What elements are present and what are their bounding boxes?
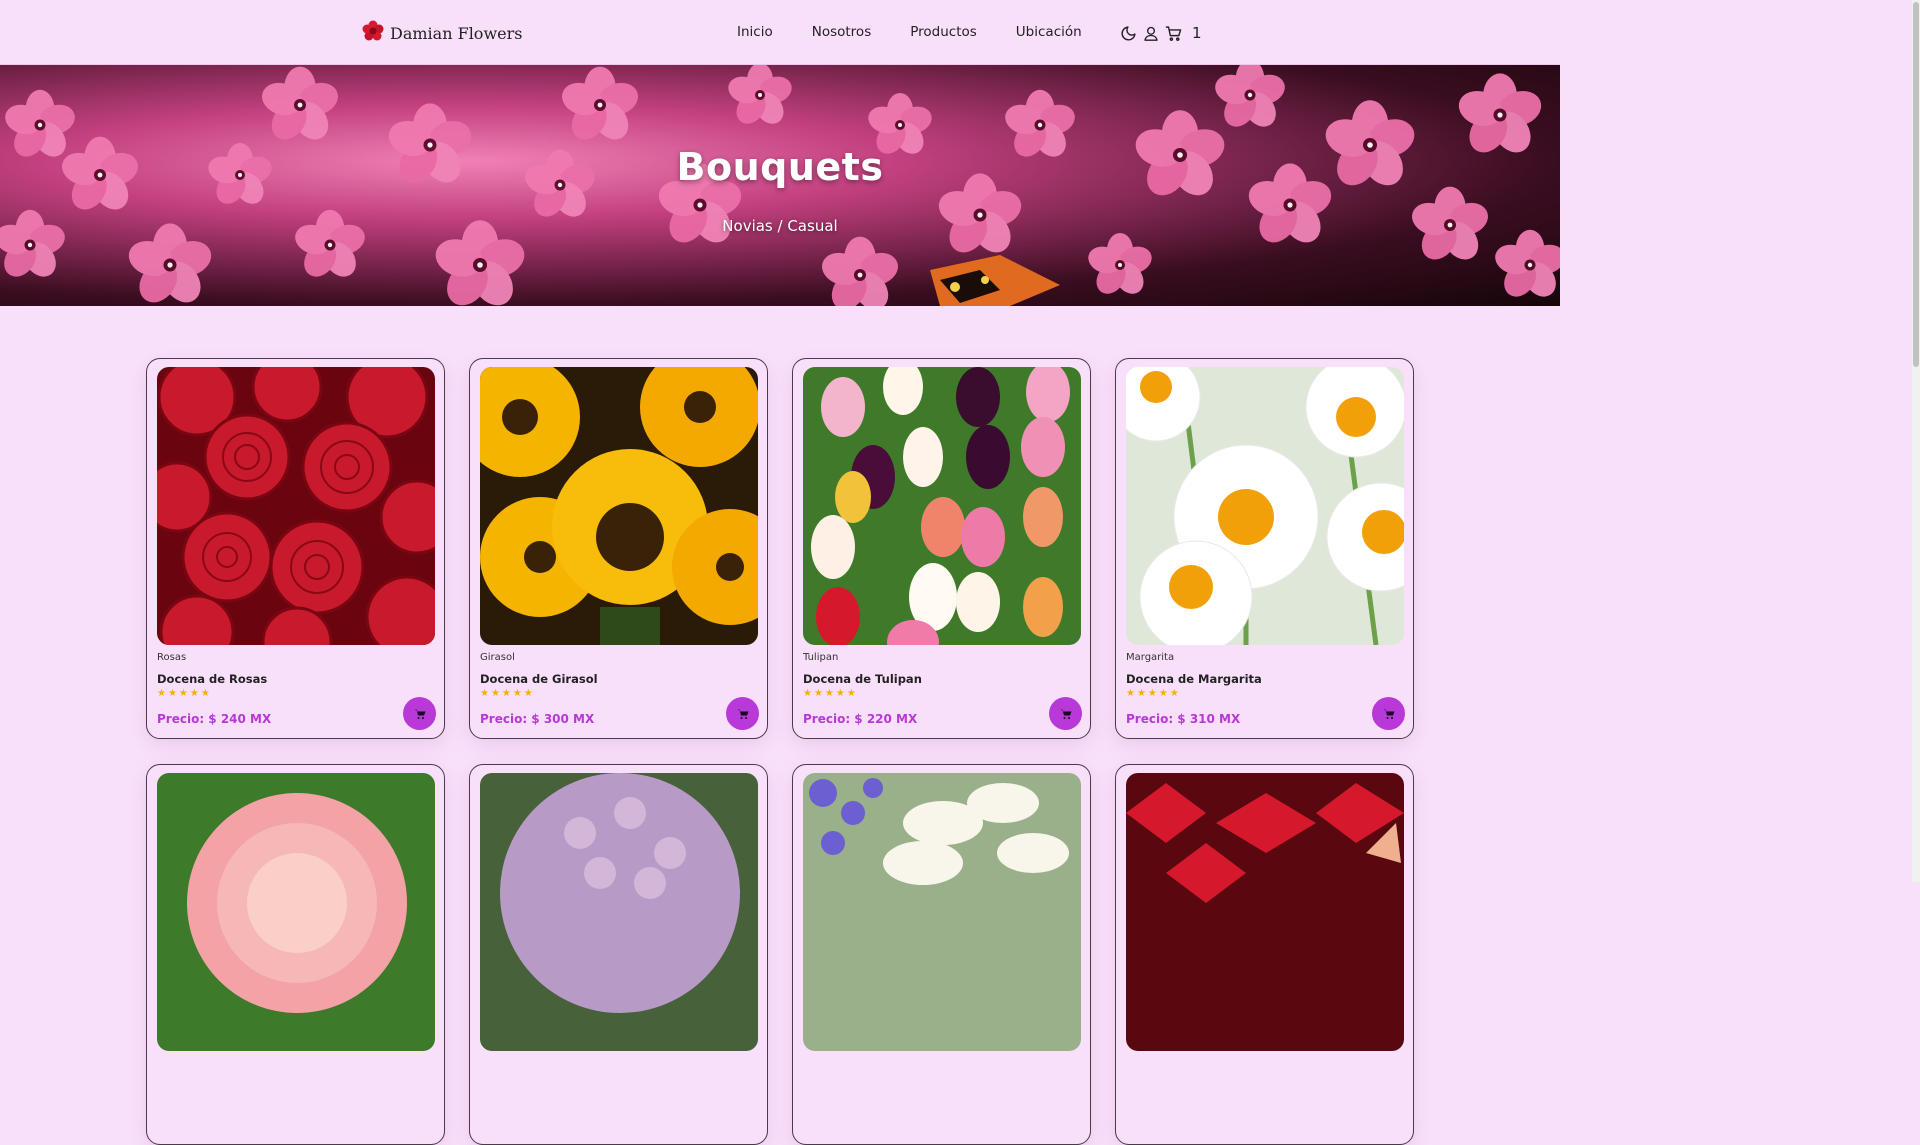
product-name[interactable]: Docena de Tulipan <box>803 672 922 686</box>
product-image-nochebuena[interactable] <box>1126 773 1404 1051</box>
product-name[interactable]: Docena de Girasol <box>480 672 598 686</box>
cart-icon[interactable] <box>1165 25 1182 42</box>
product-image-margarita[interactable] <box>1126 367 1404 645</box>
product-image-tulipan[interactable] <box>803 367 1081 645</box>
brand-link[interactable]: Damian Flowers <box>362 20 523 46</box>
star-rating: ★★★★★ <box>157 688 212 699</box>
cart-count[interactable]: 1 <box>1192 24 1202 42</box>
product-image-dalia[interactable] <box>157 773 435 1051</box>
nav-link-inicio[interactable]: Inicio <box>737 24 773 40</box>
product-name[interactable]: Docena de Rosas <box>157 672 267 686</box>
navbar: Damian Flowers Inicio Nosotros Productos… <box>0 0 1560 65</box>
nav-link-productos[interactable]: Productos <box>910 24 977 40</box>
flower-logo-icon <box>362 20 384 46</box>
product-card-tulipan[interactable]: Tulipan Docena de Tulipan ★★★★★ Precio: … <box>792 358 1091 739</box>
product-price: Precio: $ 240 MX <box>157 712 272 726</box>
product-image-lirio[interactable] <box>803 773 1081 1051</box>
hero-title: Bouquets <box>676 145 884 189</box>
product-image-girasol[interactable] <box>480 367 758 645</box>
product-category: Tulipan <box>803 652 839 663</box>
product-name[interactable]: Docena de Margarita <box>1126 672 1262 686</box>
product-card-margarita[interactable]: Margarita Docena de Margarita ★★★★★ Prec… <box>1115 358 1414 739</box>
product-card-lirio[interactable] <box>792 764 1091 1145</box>
breadcrumb[interactable]: Novias / Casual <box>0 217 1560 235</box>
product-price: Precio: $ 310 MX <box>1126 712 1241 726</box>
page-scrollbar[interactable] <box>1912 0 1920 882</box>
star-rating: ★★★★★ <box>1126 688 1181 699</box>
nav-link-nosotros[interactable]: Nosotros <box>812 24 872 40</box>
hero-banner: Bouquets Novias / Casual <box>0 65 1560 306</box>
product-card-hortensia[interactable] <box>469 764 768 1145</box>
cart-icon <box>737 709 748 719</box>
add-to-cart-button[interactable] <box>726 697 759 730</box>
product-image-hortensia[interactable] <box>480 773 758 1051</box>
product-price: Precio: $ 220 MX <box>803 712 918 726</box>
add-to-cart-button[interactable] <box>1049 697 1082 730</box>
product-card-rosas[interactable]: Rosas Docena de Rosas ★★★★★ Precio: $ 24… <box>146 358 445 739</box>
product-card-dalia[interactable] <box>146 764 445 1145</box>
brand-name: Damian Flowers <box>390 23 523 43</box>
add-to-cart-button[interactable] <box>1372 697 1405 730</box>
cart-icon <box>414 709 425 719</box>
moon-icon[interactable] <box>1120 25 1137 42</box>
product-card-nochebuena[interactable] <box>1115 764 1414 1145</box>
nav-icons: 1 <box>1120 22 1202 44</box>
nav-link-ubicacion[interactable]: Ubicación <box>1016 24 1082 40</box>
nav-menu: Inicio Nosotros Productos Ubicación <box>737 24 1121 40</box>
cart-icon <box>1060 709 1071 719</box>
product-card-girasol[interactable]: Girasol Docena de Girasol ★★★★★ Precio: … <box>469 358 768 739</box>
star-rating: ★★★★★ <box>803 688 858 699</box>
product-image-rosas[interactable] <box>157 367 435 645</box>
cart-icon <box>1383 709 1394 719</box>
user-icon[interactable] <box>1143 25 1159 42</box>
butterfly-shape <box>930 255 1060 306</box>
product-price: Precio: $ 300 MX <box>480 712 595 726</box>
product-category: Rosas <box>157 652 187 663</box>
product-category: Girasol <box>480 652 515 663</box>
add-to-cart-button[interactable] <box>403 697 436 730</box>
star-rating: ★★★★★ <box>480 688 535 699</box>
scrollbar-thumb[interactable] <box>1913 2 1919 367</box>
product-category: Margarita <box>1126 652 1175 663</box>
